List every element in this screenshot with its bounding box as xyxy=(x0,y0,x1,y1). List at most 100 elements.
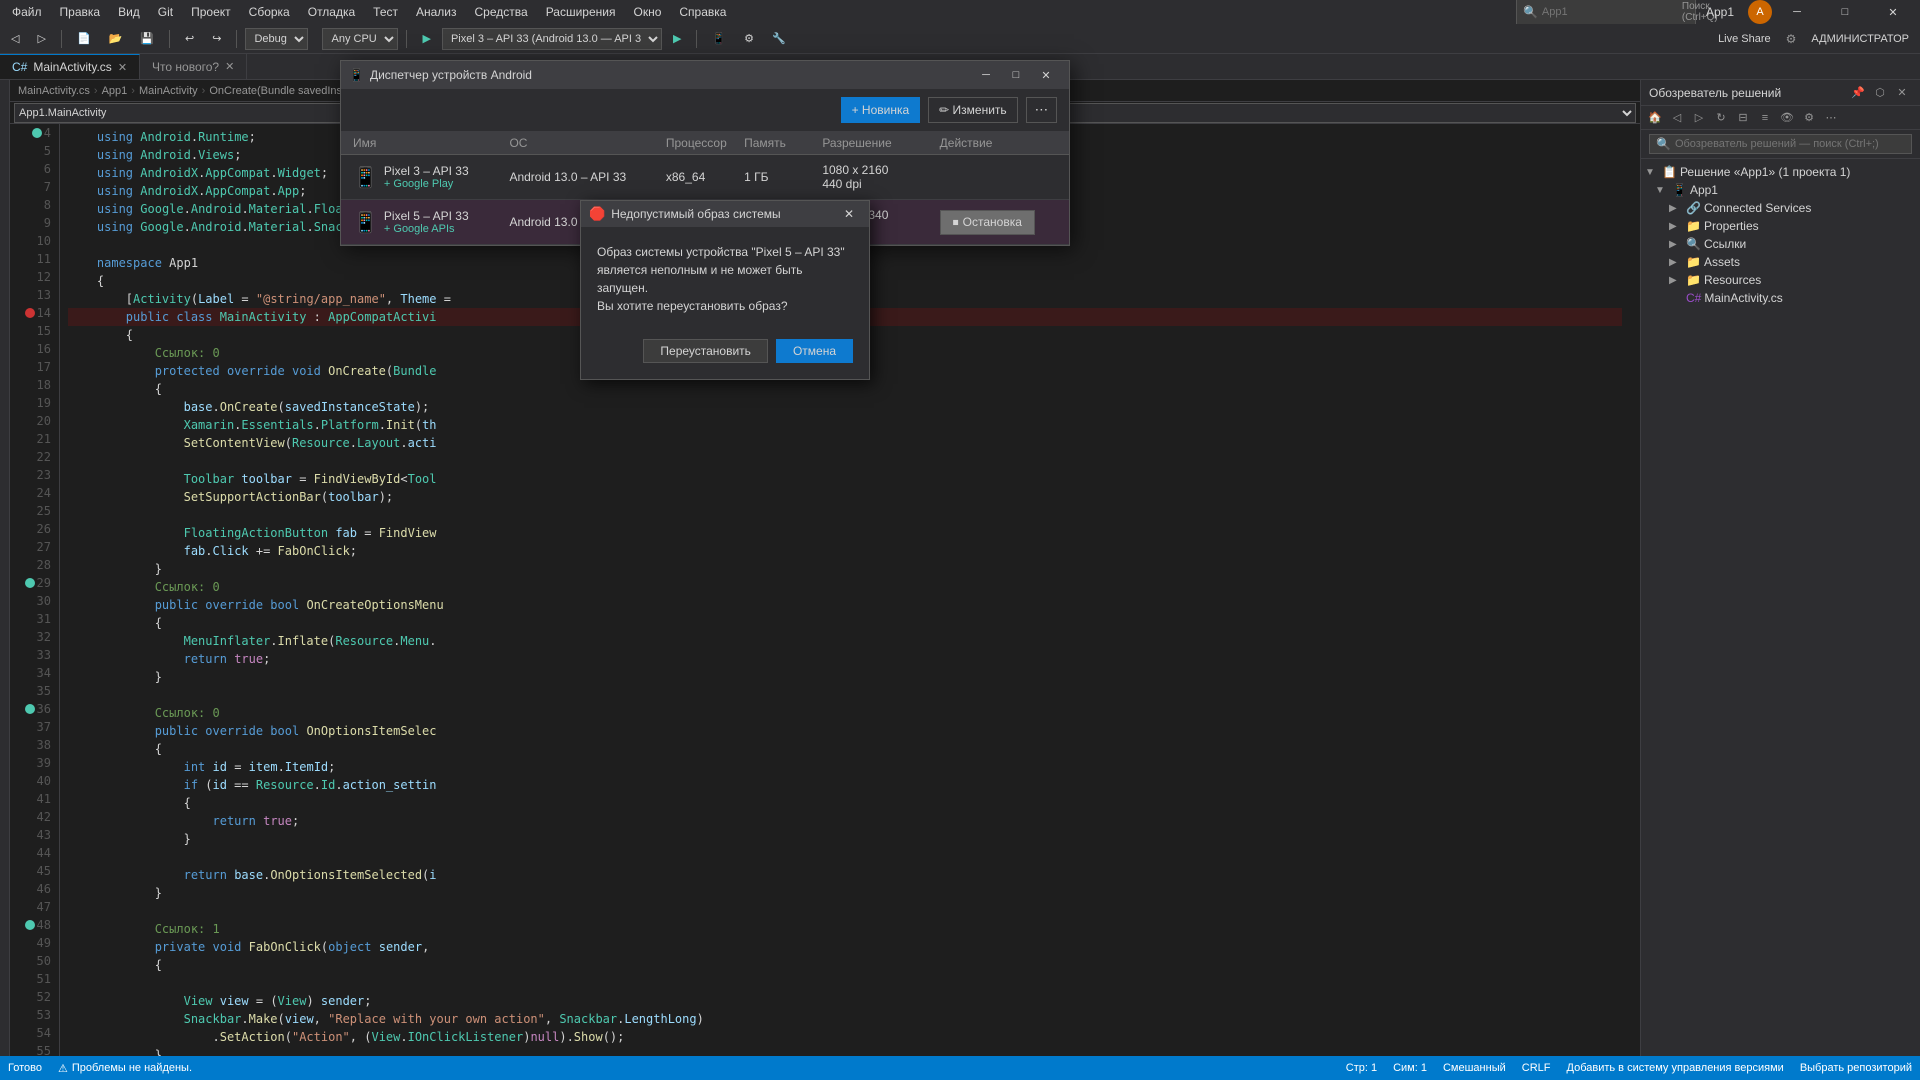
platform-select[interactable]: Any CPU xyxy=(322,28,398,50)
sol-preview-btn[interactable]: 👁 xyxy=(1777,108,1797,128)
search-box[interactable]: 🔍 Поиск (Ctrl+Q) xyxy=(1516,0,1696,25)
error-close-btn[interactable]: ✕ xyxy=(837,202,861,226)
panel-close-btn[interactable]: ✕ xyxy=(1892,83,1912,103)
dm-device-0-name-col: 📱 Pixel 3 – API 33 + Google Play xyxy=(353,164,509,190)
dm-device-1-name-col: 📱 Pixel 5 – API 33 + Google APIs xyxy=(353,209,509,235)
dm-device-row-0[interactable]: 📱 Pixel 3 – API 33 + Google Play Android… xyxy=(341,155,1069,200)
toolbar-save-btn[interactable]: 💾 xyxy=(133,29,161,48)
connected-services-icon: 🔗 xyxy=(1686,201,1701,215)
tree-item-resources[interactable]: ▶ 📁 Resources xyxy=(1641,271,1920,289)
user-avatar[interactable]: A xyxy=(1748,0,1772,24)
tree-item-properties[interactable]: ▶ 📁 Properties xyxy=(1641,217,1920,235)
sol-search-input[interactable] xyxy=(1675,138,1905,150)
toolbar-misc-2[interactable]: ⚙ xyxy=(737,29,761,48)
device-0-res: 1080 x 2160 440 dpi xyxy=(822,163,939,191)
tree-item-connected-services[interactable]: ▶ 🔗 Connected Services xyxy=(1641,199,1920,217)
dm-minimize-btn[interactable]: ─ xyxy=(971,61,1001,89)
tree-item-mainactivity[interactable]: C# MainActivity.cs xyxy=(1641,289,1920,307)
device-1-sub: + Google APIs xyxy=(384,223,469,235)
stop-icon: ⏹ xyxy=(953,215,959,230)
menu-bar: Файл Правка Вид Git Проект Сборка Отладк… xyxy=(0,0,1920,24)
menu-item-test[interactable]: Тест xyxy=(365,3,406,21)
menu-item-help[interactable]: Справка xyxy=(671,3,734,21)
toolbar-back-btn[interactable]: ◁ xyxy=(4,29,26,48)
expand-solution-icon: ▼ xyxy=(1645,167,1659,178)
toolbar-misc-3[interactable]: 🔧 xyxy=(765,29,793,48)
menu-item-window[interactable]: Окно xyxy=(625,3,669,21)
sol-filter-btn[interactable]: ≡ xyxy=(1755,108,1775,128)
error-body: Образ системы устройства "Pixel 5 – API … xyxy=(581,227,869,331)
menu-item-debug[interactable]: Отладка xyxy=(300,3,363,21)
menu-item-tools[interactable]: Средства xyxy=(467,3,536,21)
resources-icon: 📁 xyxy=(1686,273,1701,287)
tab-whatsnew[interactable]: Что нового? ✕ xyxy=(140,54,247,79)
tab-mainactivity-close[interactable]: ✕ xyxy=(118,61,127,74)
toolbar-redo-btn[interactable]: ↪ xyxy=(205,29,228,48)
user-button[interactable]: АДМИНИСТРАТОР xyxy=(1804,30,1916,48)
sol-fwd-btn[interactable]: ▷ xyxy=(1689,108,1709,128)
menu-item-analyze[interactable]: Анализ xyxy=(408,3,465,21)
dm-table-header: Имя ОС Процессор Память Разрешение Дейст… xyxy=(341,132,1069,155)
close-button[interactable]: ✕ xyxy=(1870,0,1916,26)
panel-float-btn[interactable]: ⬡ xyxy=(1870,83,1890,103)
tab-mainactivity[interactable]: C# MainActivity.cs ✕ xyxy=(0,54,140,79)
menu-item-git[interactable]: Git xyxy=(150,3,181,21)
dm-edit-btn[interactable]: ✏ Изменить xyxy=(928,97,1018,123)
project-label: App1 xyxy=(1690,183,1718,197)
menu-item-file[interactable]: Файл xyxy=(4,3,50,21)
expand-properties-icon: ▶ xyxy=(1669,221,1683,232)
menu-item-build[interactable]: Сборка xyxy=(241,3,298,21)
code-scrollbar[interactable] xyxy=(1630,124,1640,1056)
git-repo-btn[interactable]: Выбрать репозиторий xyxy=(1800,1062,1912,1074)
tree-item-solution[interactable]: ▼ 📋 Решение «App1» (1 проекта 1) xyxy=(1641,163,1920,181)
stop-button[interactable]: ⏹ Остановка xyxy=(940,210,1035,235)
run-button[interactable]: ▶ xyxy=(415,29,437,48)
dm-close-btn[interactable]: ✕ xyxy=(1031,61,1061,89)
project-icon: 📱 xyxy=(1672,183,1687,197)
device-select[interactable]: Pixel 3 – API 33 (Android 13.0 — API 33) xyxy=(442,28,662,50)
menu-item-extensions[interactable]: Расширения xyxy=(538,3,624,21)
search-input[interactable] xyxy=(1542,6,1682,18)
live-share-button[interactable]: Live Share xyxy=(1711,30,1778,48)
error-title: Недопустимый образ системы xyxy=(611,207,837,221)
expand-resources-icon: ▶ xyxy=(1669,275,1683,286)
dm-more-btn[interactable]: ⋯ xyxy=(1026,97,1057,123)
settings-icon[interactable]: ⚙ xyxy=(1786,32,1797,46)
sol-back-btn[interactable]: ◁ xyxy=(1667,108,1687,128)
minimize-button[interactable]: ─ xyxy=(1774,0,1820,26)
cancel-button[interactable]: Отмена xyxy=(776,339,853,363)
sol-home-btn[interactable]: 🏠 xyxy=(1645,108,1665,128)
debug-config-select[interactable]: Debug xyxy=(245,28,308,50)
dm-col-os: ОС xyxy=(509,136,665,150)
dm-new-btn[interactable]: + Новинка xyxy=(841,97,921,123)
run-device-btn[interactable]: ▶ xyxy=(666,29,688,48)
git-add-btn[interactable]: Добавить в систему управления версиями xyxy=(1567,1062,1784,1074)
toolbar-fwd-btn[interactable]: ▷ xyxy=(30,29,52,48)
toolbar-undo-btn[interactable]: ↩ xyxy=(178,29,201,48)
sol-collapse-btn[interactable]: ⊟ xyxy=(1733,108,1753,128)
sol-refresh-btn[interactable]: ↻ xyxy=(1711,108,1731,128)
breadcrumb-class: MainActivity xyxy=(139,85,198,97)
tree-item-app1[interactable]: ▼ 📱 App1 xyxy=(1641,181,1920,199)
properties-label: Properties xyxy=(1704,219,1759,233)
tree-item-references[interactable]: ▶ 🔍 Ссылки xyxy=(1641,235,1920,253)
dm-maximize-btn[interactable]: □ xyxy=(1001,61,1031,89)
sol-more-btn[interactable]: ⋯ xyxy=(1821,108,1841,128)
sol-settings-btn[interactable]: ⚙ xyxy=(1799,108,1819,128)
error-message: Образ системы устройства "Pixel 5 – API … xyxy=(597,245,845,313)
properties-icon: 📁 xyxy=(1686,219,1701,233)
reinstall-button[interactable]: Переустановить xyxy=(643,339,768,363)
toolbar-open-btn[interactable]: 📂 xyxy=(102,29,130,48)
menu-item-edit[interactable]: Правка xyxy=(52,3,109,21)
panel-pin-btn[interactable]: 📌 xyxy=(1848,83,1868,103)
toolbar-misc-1[interactable]: 📱 xyxy=(705,29,733,48)
maximize-button[interactable]: □ xyxy=(1822,0,1868,26)
error-dialog: 🛑 Недопустимый образ системы ✕ Образ сис… xyxy=(580,200,870,380)
tab-whatsnew-close[interactable]: ✕ xyxy=(225,60,234,73)
solution-explorer-panel: Обозреватель решений 📌 ⬡ ✕ 🏠 ◁ ▷ ↻ ⊟ ≡ 👁… xyxy=(1640,80,1920,1056)
toolbar-new-btn[interactable]: 📄 xyxy=(70,29,98,48)
tree-item-assets[interactable]: ▶ 📁 Assets xyxy=(1641,253,1920,271)
menu-item-view[interactable]: Вид xyxy=(110,3,148,21)
error-buttons: Переустановить Отмена xyxy=(581,331,869,379)
menu-item-project[interactable]: Проект xyxy=(183,3,239,21)
